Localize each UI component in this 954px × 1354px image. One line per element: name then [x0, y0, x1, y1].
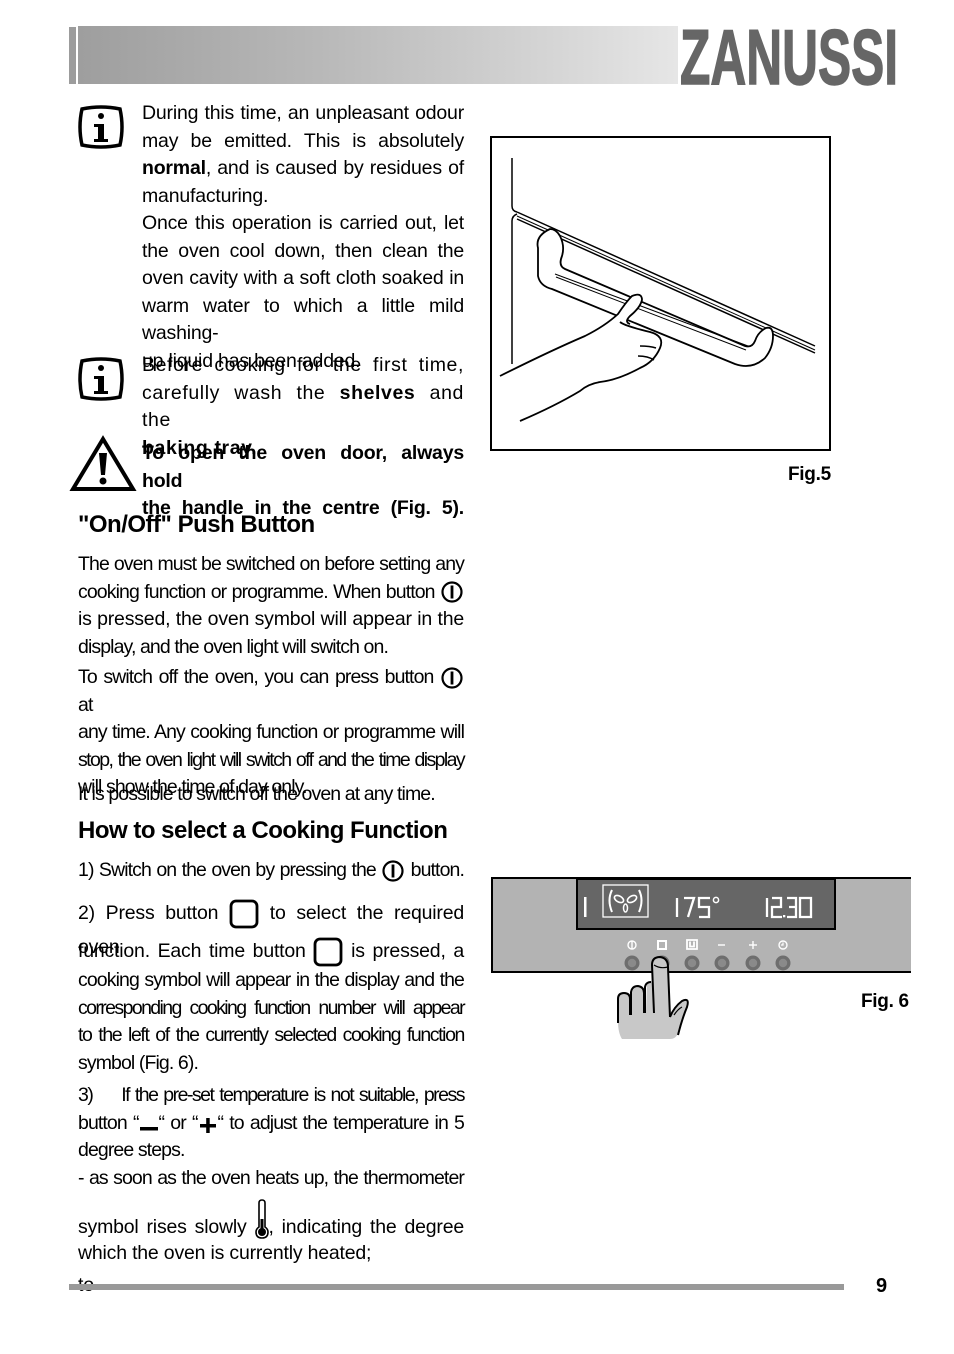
step-3: 3) If the pre-set temperature is not sui… [78, 1082, 466, 1192]
thermometer-icon [254, 1199, 269, 1239]
programme-icon [686, 939, 698, 950]
bold-text: normal [142, 157, 206, 179]
text-fragment: 2) Press button [78, 902, 219, 924]
text-line: 2) Press button to select the required o… [78, 896, 464, 958]
text-line: To switch off the oven, you can press bu… [78, 664, 464, 719]
step-3-thermometer: symbol rises slowly , indicating the deg… [78, 1198, 464, 1296]
text-line: During this time, an unpleasant odour [142, 102, 464, 124]
display-function-number [584, 897, 587, 917]
text-line: To open the oven door, always hold [142, 440, 464, 495]
brand-logo-text: ZANUSSI [680, 22, 898, 88]
text-line: stop, the oven light will switch off and… [78, 748, 466, 771]
bold-text: To open the oven door, always hold [142, 442, 464, 492]
minus-button[interactable] [714, 955, 730, 971]
text-fragment: function. Each time button [78, 940, 306, 962]
fig5-oven-door-illustration [490, 136, 831, 451]
text-line: Before cooking for the first time, [142, 354, 464, 376]
control-display [576, 878, 836, 930]
header-stub [69, 27, 76, 84]
text-fragment: cooking function or programme. When butt… [78, 580, 436, 603]
text-line: any time. Any cooking function or progra… [78, 721, 465, 743]
info-icon [78, 105, 124, 149]
text-line: button “ “ or “ “ to adjust the temperatur… [78, 1110, 465, 1138]
step-1: 1) Switch on the oven by pressing the bu… [78, 857, 465, 885]
text-line: to the left of the currently selected co… [78, 1024, 465, 1046]
text-line: which the oven is currently heated; [78, 1242, 372, 1264]
text-fragment: at [78, 693, 93, 716]
page-number: 9 [876, 1275, 888, 1297]
section-title-cooking-function: How to select a Cooking Function [78, 817, 448, 844]
text-line: function. Each time button is pressed, a [78, 932, 464, 968]
text-fragment: button. [410, 859, 465, 881]
footer-bar [69, 1284, 844, 1290]
onoff-paragraph-3: It is possible to switch off the oven at… [78, 783, 436, 805]
warning-icon [69, 435, 137, 491]
text-line: 1) Switch on the oven by pressing the bu… [78, 857, 465, 885]
text-fragment: “ to adjust the temperature in 5 [217, 1111, 465, 1134]
text-line: degree steps. [78, 1139, 185, 1161]
text-fragment: 1) Switch on the oven by pressing the [78, 859, 377, 881]
minus-icon [718, 944, 725, 946]
power-button-icon [441, 667, 463, 689]
text-line: oven cavity with a soft cloth soaked in [142, 267, 464, 289]
text-fragment: is pressed, a [351, 940, 465, 962]
text-line: corresponding cooking function number wi… [78, 996, 466, 1019]
function-select-button-icon [229, 899, 259, 929]
text-line: cooking symbol will appear in the displa… [78, 969, 465, 991]
plus-icon [749, 941, 757, 949]
power-icon [627, 940, 637, 950]
text-fragment: “ or “ [158, 1111, 199, 1134]
text-line: cooking function or programme. When butt… [78, 579, 464, 607]
fig6-label: Fig. 6 [861, 991, 909, 1012]
plus-button[interactable] [745, 955, 761, 971]
text-line: display, and the oven light will switch … [78, 635, 389, 658]
text-line: symbol rises slowly , indicating the deg… [78, 1198, 464, 1296]
text-line: manufacturing. [142, 184, 269, 207]
text-fragment: button “ [78, 1111, 139, 1134]
function-select-icon [657, 940, 667, 950]
plus-icon [199, 1118, 216, 1134]
clock-button[interactable] [775, 955, 791, 971]
fig5-label: Fig.5 [788, 464, 831, 485]
note-odour: During this time, an unpleasant odour may… [142, 100, 464, 375]
bold-text: shelves [339, 381, 416, 404]
info-icon [78, 357, 124, 401]
function-select-button-icon [314, 937, 343, 967]
power-button-icon [382, 860, 404, 882]
text-line: the oven cool down, then clean the [142, 239, 464, 262]
text-line: normal, and is caused by residues of [142, 157, 464, 179]
brand-logo: ZANUSSI [679, 22, 899, 88]
text-fragment: symbol rises slowly [78, 1216, 247, 1238]
text-line: symbol (Fig. 6). [78, 1051, 199, 1074]
onoff-paragraph-1: The oven must be switched on before sett… [78, 551, 465, 661]
text-line: may be emitted. This is absolutely [142, 129, 464, 152]
pointing-hand-illustration [617, 955, 689, 1039]
text-line: The oven must be switched on before sett… [78, 553, 465, 575]
clock-icon [778, 940, 788, 950]
step-2-continued: cooking symbol will appear in the displa… [78, 967, 466, 1077]
text-line: carefully wash the shelves and the [142, 381, 464, 432]
text-line: Once this operation is carried out, let [142, 212, 464, 234]
minus-icon [139, 1127, 158, 1131]
text-line: is pressed, the oven symbol will appear … [78, 608, 464, 630]
text-line: warm water to which a little mild washin… [142, 294, 464, 345]
step-2: 2) Press button to select the required o… [78, 896, 464, 968]
text-fragment: To switch off the oven, you can press bu… [78, 666, 434, 688]
power-button-icon [441, 581, 463, 603]
text-line: 3) If the pre-set temperature is not sui… [78, 1084, 466, 1106]
text-line: - as soon as the oven heats up, the ther… [78, 1166, 465, 1189]
section-title-onoff: "On/Off" Push Button [78, 511, 315, 538]
header-gradient-bar [78, 26, 678, 84]
